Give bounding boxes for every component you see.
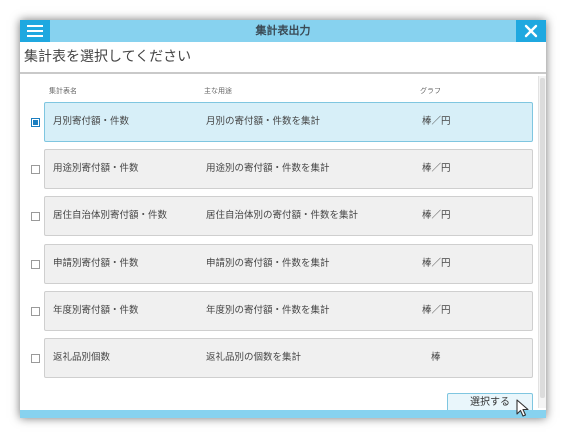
report-name: 居住自治体別寄付額・件数 xyxy=(53,210,168,221)
report-usage: 用途別の寄付額・件数を集計 xyxy=(206,163,330,174)
menu-icon-line xyxy=(27,25,43,27)
mouse-pointer-icon xyxy=(516,399,529,417)
report-usage: 居住自治体別の寄付額・件数を集計 xyxy=(206,210,359,221)
report-usage: 返礼品別の個数を集計 xyxy=(206,352,302,363)
footer-bar xyxy=(20,410,546,418)
column-header-name: 集計表名 xyxy=(49,87,77,95)
report-usage: 申請別の寄付額・件数を集計 xyxy=(206,258,330,269)
row-checkbox[interactable] xyxy=(31,118,40,127)
report-list: 集計表名 主な用途 グラフ 月別寄付額・件数 月別の寄付額・件数を集計 棒／円 … xyxy=(20,76,546,408)
menu-button[interactable] xyxy=(20,20,50,42)
close-button[interactable] xyxy=(516,20,546,42)
row-checkbox[interactable] xyxy=(31,307,40,316)
menu-icon-line xyxy=(27,35,43,37)
report-graph: 棒／円 xyxy=(422,116,451,127)
report-row[interactable]: 居住自治体別寄付額・件数 居住自治体別の寄付額・件数を集計 棒／円 xyxy=(20,196,546,236)
report-row[interactable]: 月別寄付額・件数 月別の寄付額・件数を集計 棒／円 xyxy=(20,102,546,142)
row-checkbox[interactable] xyxy=(31,212,40,221)
row-checkbox[interactable] xyxy=(31,260,40,269)
report-name: 申請別寄付額・件数 xyxy=(53,258,139,269)
report-name: 年度別寄付額・件数 xyxy=(53,305,139,316)
dialog-title: 集計表出力 xyxy=(255,24,311,37)
report-usage: 年度別の寄付額・件数を集計 xyxy=(206,305,330,316)
report-name: 月別寄付額・件数 xyxy=(53,116,130,127)
report-graph: 棒 xyxy=(431,352,441,363)
report-usage: 月別の寄付額・件数を集計 xyxy=(206,116,321,127)
report-row[interactable]: 返礼品別個数 返礼品別の個数を集計 棒 xyxy=(20,338,546,378)
report-name: 用途別寄付額・件数 xyxy=(53,163,139,174)
report-row[interactable]: 年度別寄付額・件数 年度別の寄付額・件数を集計 棒／円 xyxy=(20,291,546,331)
report-graph: 棒／円 xyxy=(422,305,451,316)
aggregate-output-dialog: 集計表出力 集計表を選択してください 集計表名 主な用途 グラフ 月別寄付額・件… xyxy=(20,20,546,418)
column-header-graph: グラフ xyxy=(420,87,441,95)
scrollbar-thumb[interactable] xyxy=(540,78,545,398)
menu-icon-line xyxy=(27,30,43,32)
column-headers: 集計表名 主な用途 グラフ xyxy=(20,84,546,98)
instruction-text: 集計表を選択してください xyxy=(20,42,546,74)
close-icon xyxy=(524,24,538,38)
vertical-scrollbar[interactable] xyxy=(538,76,546,408)
report-graph: 棒／円 xyxy=(422,258,451,269)
title-bar: 集計表出力 xyxy=(20,20,546,42)
row-checkbox[interactable] xyxy=(31,165,40,174)
row-checkbox[interactable] xyxy=(31,354,40,363)
report-graph: 棒／円 xyxy=(422,163,451,174)
report-row[interactable]: 申請別寄付額・件数 申請別の寄付額・件数を集計 棒／円 xyxy=(20,244,546,284)
report-row[interactable]: 用途別寄付額・件数 用途別の寄付額・件数を集計 棒／円 xyxy=(20,149,546,189)
report-name: 返礼品別個数 xyxy=(53,352,111,363)
column-header-usage: 主な用途 xyxy=(204,87,232,95)
report-graph: 棒／円 xyxy=(422,210,451,221)
